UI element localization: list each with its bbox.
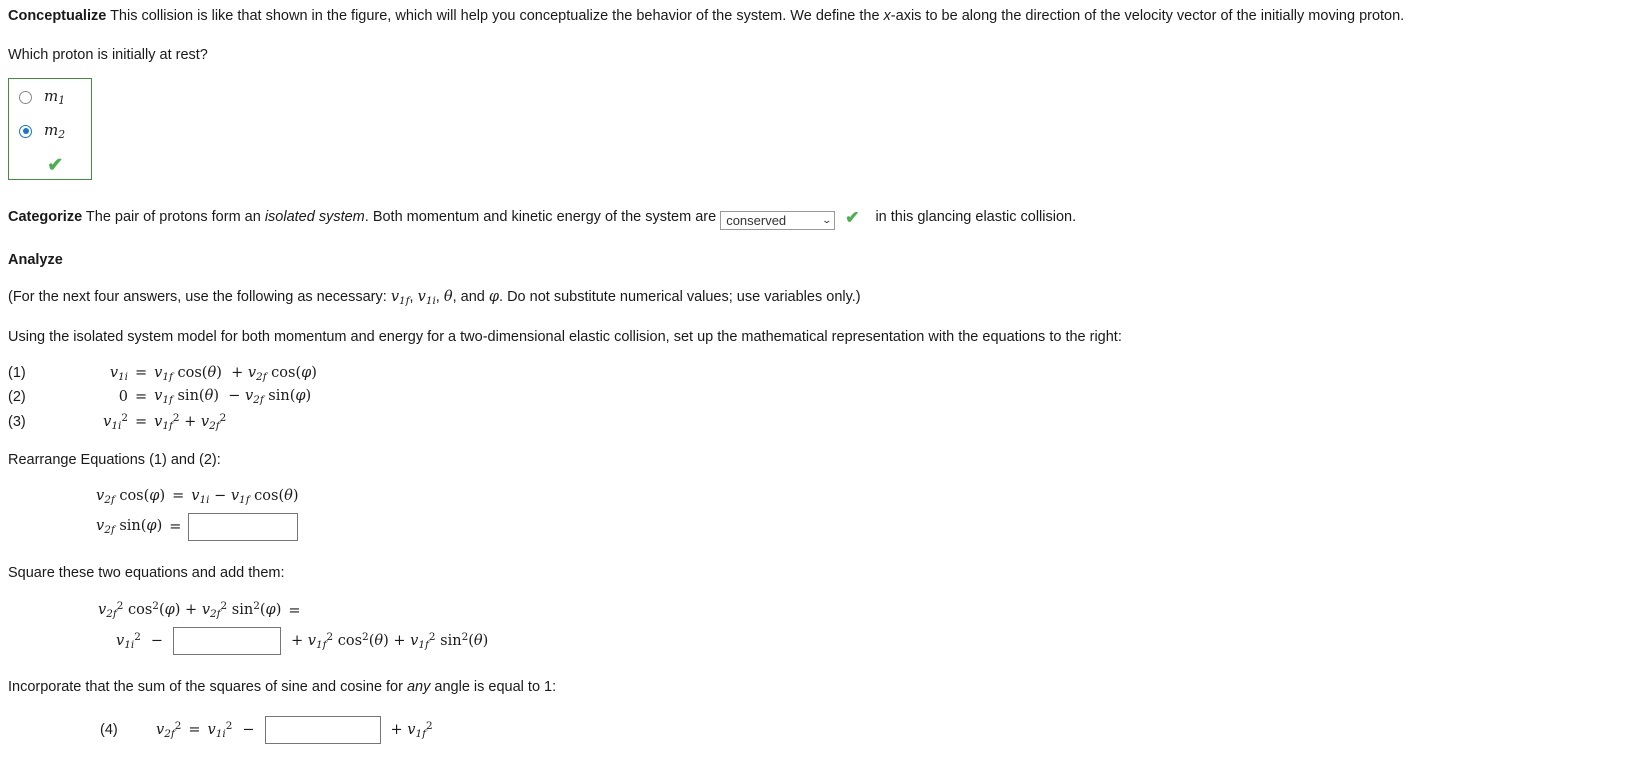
analyze-note: (For the next four answers, use the foll… [8, 287, 1634, 309]
conserved-select[interactable]: conserved ⌄ [720, 211, 836, 231]
rearrange-1-rhs: v1i − v1f cos(θ) [191, 487, 299, 506]
equation-number-4: (4) [100, 721, 118, 738]
square-answer-input[interactable] [173, 626, 281, 655]
equation-row-4: (4) v2f2 = v1i2 − + v1f2 [8, 715, 1634, 744]
analyze-instruction: Using the isolated system model for both… [8, 329, 1122, 346]
conceptualize-question: Which proton is initially at rest? [8, 47, 208, 64]
rearrange-2-equals: = [169, 519, 182, 536]
conserved-select-value: conserved [726, 212, 787, 228]
note-var-phi: φ [488, 289, 500, 306]
rearrange-row-2: v2f sin(φ) = [96, 513, 1634, 542]
conceptualize-text-after: -axis to be along the direction of the v… [890, 8, 1405, 24]
note-comma-2: , [435, 289, 444, 306]
equation-number-2: (2) [8, 389, 26, 406]
equation-1-lhs: v1i [109, 364, 128, 383]
incorporate-text-2: angle is equal to 1: [430, 678, 557, 695]
rearrange-heading: Rearrange Equations (1) and (2): [8, 452, 221, 469]
radio-option-m1[interactable]: m1 [19, 87, 65, 107]
rearrange-row-1: v2f cos(φ) = v1i − v1f cos(θ) [96, 488, 1634, 506]
isolated-system-term: isolated system [264, 208, 365, 225]
equation-2-rhs: v1f sin(θ) − v2f sin(φ) [154, 388, 312, 407]
square-2-minus: − [150, 632, 163, 649]
equation-row-1: (1) v1i = v1f cos(θ) + v2f cos(φ) [8, 365, 1634, 383]
square-heading: Square these two equations and add them: [8, 565, 285, 582]
equation-number-3: (3) [8, 414, 26, 431]
equation-1-equals: = [135, 365, 148, 382]
radio-button-m1[interactable] [19, 90, 32, 104]
worksheet-page: Conceptualize This collision is like tha… [0, 0, 1642, 744]
equation-1-rhs: v1f cos(θ) + v2f cos(φ) [154, 364, 317, 383]
rearrange-1-equals: = [172, 488, 185, 505]
rearrange-answer-input[interactable] [188, 513, 299, 542]
conceptualize-text-before: This collision is like that shown in the… [106, 8, 884, 24]
categorize-text-1: The pair of protons form an [82, 208, 265, 225]
chevron-down-icon: ⌄ [821, 215, 832, 226]
note-var-v1f: v1f [390, 289, 410, 308]
note-comma-1: , [409, 289, 418, 306]
conceptualize-paragraph: Conceptualize This collision is like tha… [8, 6, 1634, 27]
equation-4-equals: = [188, 721, 201, 738]
equation-3-equals: = [135, 414, 148, 431]
equation-2-equals: = [135, 389, 148, 406]
rearrange-equations: v2f cos(φ) = v1i − v1f cos(θ) v2f sin(φ)… [8, 488, 1634, 542]
x-axis-symbol: x [883, 8, 891, 24]
note-and: , and [452, 289, 489, 306]
radio-correct-check-icon: ✔ [47, 154, 64, 176]
equation-number-1: (1) [8, 365, 26, 382]
equation-4-rhs-lead: v1i2 [207, 719, 233, 740]
equation-row-3: (3) v1i2 = v1f2 + v2f2 [8, 412, 1634, 432]
conceptualize-lead: Conceptualize [8, 8, 107, 24]
equation-4-minus: − [242, 721, 255, 738]
rearrange-1-lhs: v2f cos(φ) [96, 487, 166, 506]
incorporate-any-word: any [406, 678, 431, 695]
equation-4-tail: + v1f2 [390, 719, 433, 740]
analyze-heading-text: Analyze [8, 252, 63, 269]
categorize-paragraph: Categorize The pair of protons form an i… [8, 206, 1634, 231]
square-1-expr: v2f2 cos2(φ) + v2f2 sin2(φ) [98, 600, 282, 621]
incorporate-text-1: Incorporate that the sum of the squares … [8, 678, 407, 695]
note-var-v1i: v1i [417, 289, 436, 308]
categorize-text-2: . Both momentum and kinetic energy of th… [364, 208, 721, 225]
incorporate-heading: Incorporate that the sum of the squares … [8, 677, 1634, 698]
equation-list: (1) v1i = v1f cos(θ) + v2f cos(φ) (2) 0 … [8, 365, 1634, 433]
equation-3-lhs: v1i2 [103, 412, 128, 433]
radio-label-m1: m1 [44, 87, 66, 108]
analyze-note-post: . Do not substitute numerical values; us… [499, 289, 861, 306]
square-1-equals: = [288, 602, 301, 619]
equation-row-2: (2) 0 = v1f sin(θ) − v2f sin(φ) [8, 388, 1634, 406]
square-row-2: v1i2 − + v1f2 cos2(θ) + v1f2 sin2(θ) [98, 626, 1634, 655]
equation-3-rhs: v1f2 + v2f2 [154, 412, 227, 433]
equation-4-answer-input[interactable] [264, 715, 381, 744]
radio-option-m2[interactable]: m2 [19, 121, 66, 142]
square-2-tail: + v1f2 cos2(θ) + v1f2 sin2(θ) [291, 630, 489, 651]
square-row-1: v2f2 cos2(φ) + v2f2 sin2(φ) = [98, 600, 1634, 620]
analyze-note-pre: (For the next four answers, use the foll… [8, 289, 391, 306]
categorize-correct-check-icon: ✔ [845, 207, 860, 227]
radio-label-m2: m2 [44, 121, 66, 142]
equation-2-lhs: 0 [118, 389, 128, 406]
radio-button-m2[interactable] [19, 124, 32, 138]
categorize-text-3: in this glancing elastic collision. [875, 208, 1077, 225]
categorize-lead: Categorize [8, 208, 83, 225]
square-equations: v2f2 cos2(φ) + v2f2 sin2(φ) = v1i2 − + v… [8, 600, 1634, 655]
analyze-heading: Analyze [8, 250, 1634, 271]
rearrange-2-lhs: v2f sin(φ) [96, 518, 163, 537]
note-var-theta: θ [443, 289, 453, 306]
square-2-lead: v1i2 [116, 630, 141, 651]
proton-at-rest-radio-group[interactable]: m1 m2 ✔ [8, 78, 93, 180]
equation-4-lhs: v2f2 [156, 719, 182, 740]
